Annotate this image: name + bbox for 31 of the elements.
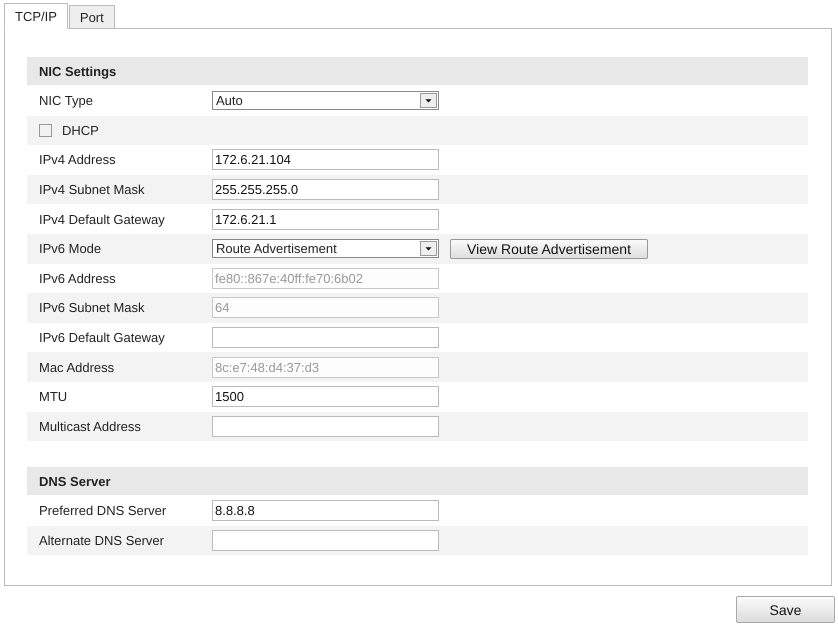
field-label: IPv4 Address — [39, 152, 117, 168]
input-field[interactable] — [212, 530, 439, 552]
field-label: NIC Type — [39, 93, 94, 108]
input-field[interactable]: 255.255.255.0 — [212, 179, 439, 200]
checkbox[interactable] — [39, 124, 52, 137]
field-label: IPv6 Default Gateway — [39, 330, 166, 346]
input-field[interactable] — [212, 327, 439, 348]
dropdown[interactable]: Route Advertisement — [212, 239, 439, 258]
field-label: Preferred DNS Server — [39, 503, 168, 518]
input-field[interactable] — [212, 416, 439, 437]
field-label: IPv6 Mode — [39, 241, 102, 256]
tab[interactable]: Port — [68, 5, 115, 29]
field-label: IPv4 Subnet Mask — [39, 182, 146, 198]
section-header: DNS Server — [27, 467, 808, 496]
section-header: NIC Settings — [27, 57, 808, 85]
field-label: Multicast Address — [39, 418, 142, 434]
input-field[interactable]: 1500 — [212, 386, 439, 408]
input-field[interactable]: 172.6.21.1 — [212, 208, 439, 230]
field-label: IPv6 Subnet Mask — [39, 300, 146, 316]
field-label: IPv4 Default Gateway — [39, 212, 166, 227]
checkbox-label: DHCP — [62, 122, 99, 138]
field-label: IPv6 Address — [39, 270, 117, 286]
field-label: MTU — [39, 389, 68, 404]
input-field[interactable]: 172.6.21.104 — [212, 149, 439, 170]
dropdown[interactable]: Auto — [212, 91, 439, 110]
field-label: Mac Address — [39, 360, 116, 375]
tab[interactable]: TCP/IP — [4, 3, 68, 29]
save-button[interactable]: Save — [736, 596, 835, 623]
view-button[interactable]: View Route Advertisement — [450, 238, 648, 259]
input-field[interactable]: 8.8.8.8 — [212, 500, 439, 522]
field-label: Alternate DNS Server — [39, 533, 165, 548]
